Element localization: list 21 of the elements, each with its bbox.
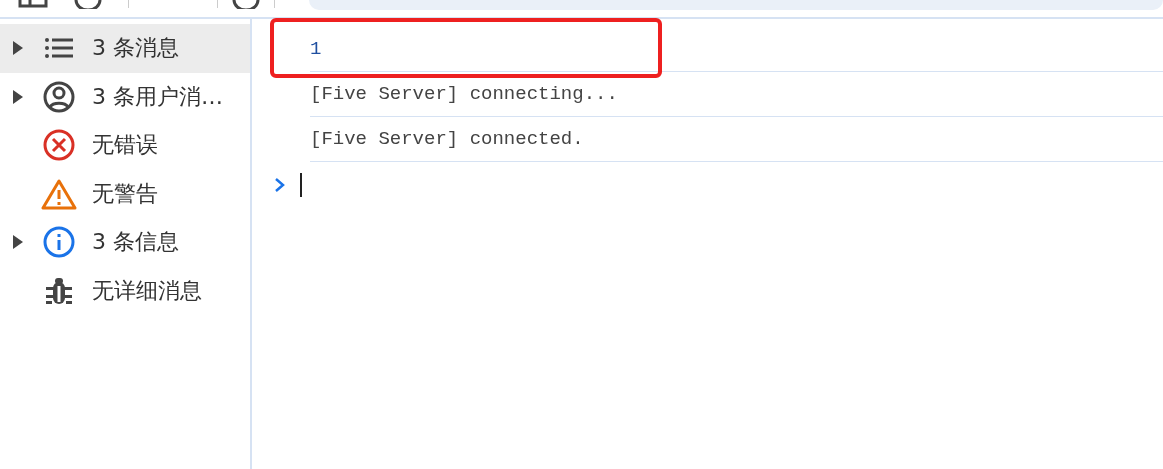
list-icon — [44, 37, 74, 60]
expand-arrow-icon[interactable] — [12, 40, 24, 57]
console-value: 1 — [310, 38, 322, 60]
sidebar-item[interactable]: 3 条信息 — [0, 218, 250, 267]
sidebar-item[interactable]: 无警告 — [0, 169, 250, 218]
info-icon — [43, 226, 75, 259]
sidebar-item[interactable]: 无错误 — [0, 121, 250, 170]
expand-arrow-icon[interactable] — [12, 88, 24, 105]
prompt-chevron-icon — [274, 177, 286, 193]
sidebar-item[interactable]: 3 条消息 — [0, 24, 250, 73]
sidebar-toggle-icon[interactable] — [18, 0, 48, 8]
bug-icon — [45, 275, 73, 306]
sidebar-item[interactable]: 无详细消息 — [0, 266, 250, 315]
error-icon — [43, 129, 75, 162]
text-cursor — [300, 173, 302, 197]
expand-arrow-icon[interactable] — [12, 234, 24, 251]
sidebar-item[interactable]: 3 条用户消… — [0, 72, 250, 121]
console-message: [Five Server] connecting... — [310, 83, 618, 105]
user-icon — [43, 80, 75, 113]
console-message: [Five Server] connected. — [310, 128, 584, 150]
warning-icon — [41, 177, 77, 210]
